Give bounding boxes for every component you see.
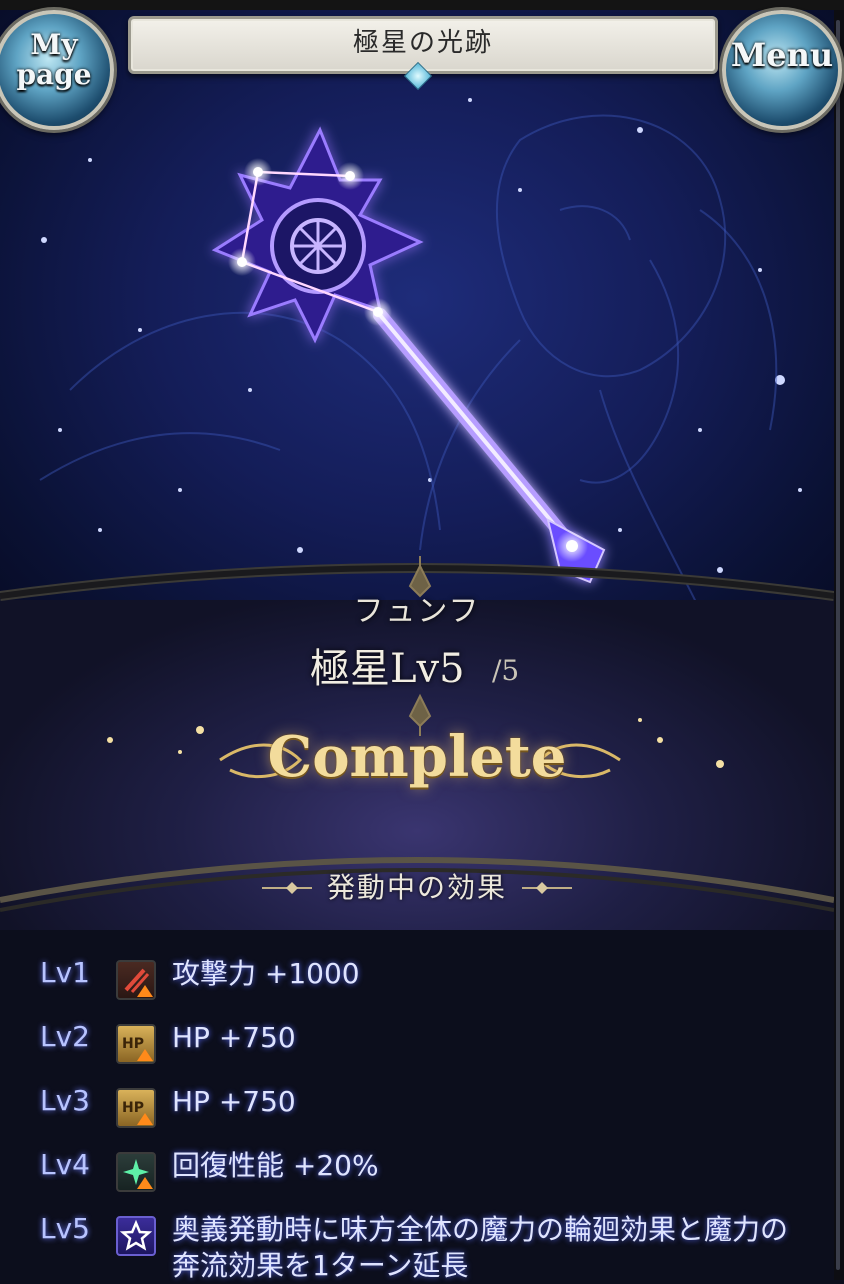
mypage-label-1: My — [30, 28, 78, 61]
effect-row-lv2: Lv2 HP HP +750 — [40, 1020, 830, 1066]
effect-level: Lv3 — [40, 1084, 90, 1117]
effect-text: HP +750 — [172, 1021, 296, 1054]
active-effects-title: 発動中の効果 — [326, 871, 507, 904]
menu-button[interactable]: Menu — [722, 10, 842, 130]
attack-up-icon — [116, 960, 156, 1000]
complete-status: Complete — [267, 724, 567, 790]
star-level: 極星Lv5 /5 — [310, 636, 570, 696]
hp-up-icon: HP — [116, 1024, 156, 1064]
effect-row-lv4: Lv4 回復性能 +20% — [40, 1148, 830, 1194]
effect-text: 攻撃力 +1000 — [172, 957, 360, 990]
title-bar: 極星の光跡 — [128, 16, 718, 74]
menu-label: Menu — [730, 36, 834, 74]
effect-level: Lv5 — [40, 1212, 90, 1245]
scrollbar-thumb[interactable] — [836, 20, 840, 1270]
header: My page 極星の光跡 Menu — [0, 10, 844, 130]
effect-text: 回復性能 +20% — [172, 1149, 379, 1182]
effect-level: Lv4 — [40, 1148, 90, 1181]
character-name: フュンフ — [353, 594, 481, 629]
effect-level: Lv1 — [40, 956, 90, 989]
effect-text: HP +750 — [172, 1085, 296, 1118]
mypage-button[interactable]: My page — [0, 10, 114, 130]
effect-level: Lv2 — [40, 1020, 90, 1053]
page-title: 極星の光跡 — [352, 28, 493, 58]
effect-row-lv5: Lv5 奥義発動時に味方全体の魔力の輪廻効果と魔力の奔流効果を1ターン延長 — [40, 1212, 830, 1284]
star-level-label: 極星Lv5 — [310, 646, 465, 692]
effects-list: Lv1 攻撃力 +1000 Lv2 HP HP +750 Lv3 HP HP +… — [0, 930, 834, 1282]
status-strip — [0, 0, 844, 10]
mypage-label-2: page — [16, 58, 92, 91]
heal-up-icon — [116, 1152, 156, 1192]
effect-row-lv3: Lv3 HP HP +750 — [40, 1084, 830, 1130]
star-level-max: /5 — [492, 654, 520, 687]
star-icon — [116, 1216, 156, 1256]
hp-up-icon: HP — [116, 1088, 156, 1128]
effect-row-lv1: Lv1 攻撃力 +1000 — [40, 956, 830, 1002]
effect-text: 奥義発動時に味方全体の魔力の輪廻効果と魔力の奔流効果を1ターン延長 — [172, 1213, 789, 1282]
